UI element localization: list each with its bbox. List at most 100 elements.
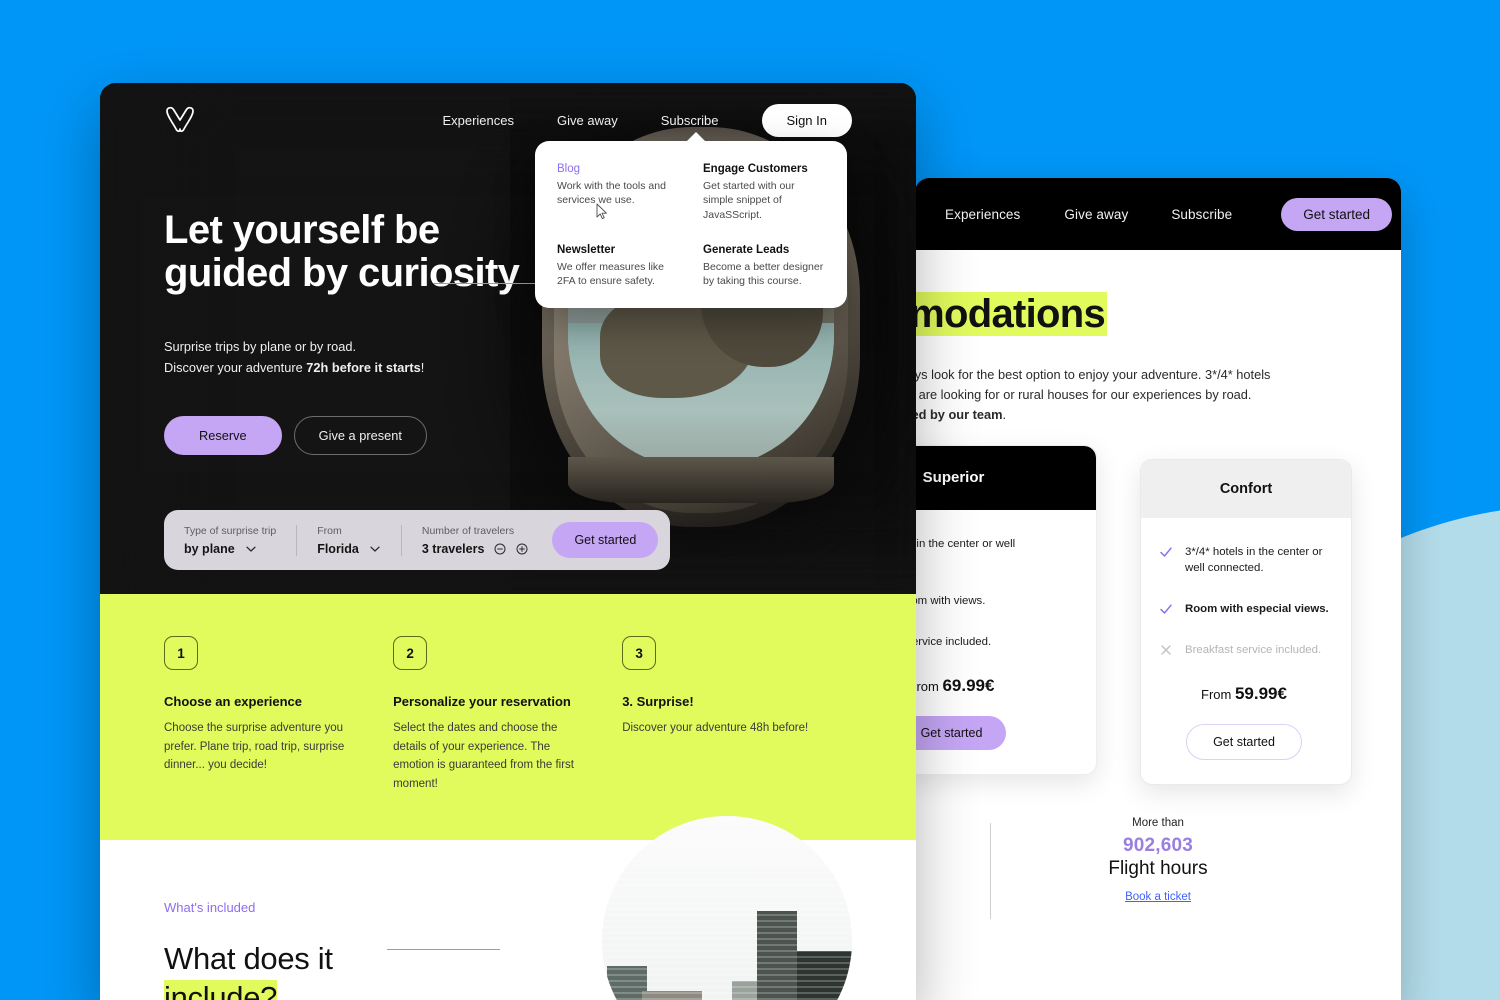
hero-subtitle: Surprise trips by plane or by road. Disc… <box>164 337 916 378</box>
dropdown-item-engage-customers[interactable]: Engage Customers Get started with our si… <box>703 163 827 222</box>
card-superior-price: From 69.99€ <box>915 676 1074 696</box>
book-a-ticket-link[interactable]: Book a ticket <box>1125 891 1191 903</box>
hero-buttons: Reserve Give a present <box>164 416 916 456</box>
from-field[interactable]: From Florida <box>317 524 402 556</box>
travelers-value: 3 travelers <box>421 541 485 556</box>
hero-title-line-1: Let yourself be <box>164 208 440 252</box>
travelers-value-row: 3 travelers <box>422 542 529 556</box>
step-title: Personalize your reservation <box>393 694 571 709</box>
right-window-body: commodations orry, we will always look f… <box>915 292 1401 919</box>
dropdown-item-desc: Work with the tools and services we use. <box>557 180 666 207</box>
check-icon <box>1159 602 1173 616</box>
pricing-card-superior: Superior 3*/4* hotels in the center or w… <box>915 444 1097 775</box>
chevron-down-icon[interactable] <box>369 543 381 555</box>
right-nav-get-started-button[interactable]: Get started <box>1281 197 1393 231</box>
step-title: Choose an experience <box>164 694 302 709</box>
paragraph-line-3-bold: carefully selected by our team <box>915 406 1003 422</box>
card-confort-price: From 59.99€ <box>1159 684 1329 704</box>
pricing-cards: Superior 3*/4* hotels in the center or w… <box>915 444 1401 793</box>
close-icon <box>1159 643 1173 657</box>
card-superior-get-started-button[interactable]: Get started <box>915 715 1007 750</box>
trip-type-label: Type of surprise trip <box>184 524 277 537</box>
stat-number: 902,603 <box>1122 834 1194 856</box>
feature-row: Superior room with views. <box>915 593 1074 609</box>
hero-title-line-2: guided by curiosity <box>164 251 520 296</box>
right-nav-subscribe[interactable]: Subscribe <box>1171 207 1232 222</box>
right-browser-window: Experiences Give away Subscribe Get star… <box>915 178 1401 1000</box>
feature-row: 3*/4* hotels in the center or well conne… <box>915 536 1074 568</box>
stat-label: Flight hours <box>1108 857 1208 879</box>
feature-text: Breakfast service included. <box>1185 644 1322 657</box>
paragraph-line-1: orry, we will always look for the best o… <box>915 367 1271 382</box>
price-value: 59.99€ <box>1234 683 1287 703</box>
price-value: 69.99€ <box>942 675 995 695</box>
dropdown-item-title: Generate Leads <box>703 243 790 256</box>
feature-text: Superior room with views. <box>915 595 986 608</box>
travelers-field[interactable]: Number of travelers 3 travelers <box>422 525 539 556</box>
stat-divider <box>990 822 991 919</box>
step-item: 3 3. Surprise! Discover your adventure 4… <box>622 636 851 794</box>
step-badge: 1 <box>164 636 198 670</box>
dropdown-item-desc: Become a better designer by taking this … <box>703 260 824 288</box>
paragraph-line-3-suffix: . <box>1002 406 1007 422</box>
minus-circle-icon[interactable] <box>494 543 506 555</box>
hero-sub-line-2-suffix: ! <box>420 359 425 375</box>
card-confort-get-started-button[interactable]: Get started <box>1186 723 1302 760</box>
wander-logo-icon[interactable] <box>163 105 197 135</box>
card-confort-cta-wrap: Get started <box>1159 723 1329 760</box>
steps-section: 1 Choose an experience Choose the surpri… <box>100 594 916 840</box>
card-confort-body: 3*/4* hotels in the center or well conne… <box>1141 518 1351 784</box>
hero-sub-line-2-prefix: Discover your adventure <box>164 359 307 375</box>
hero-sub-line-1: Surprise trips by plane or by road. <box>164 339 357 355</box>
check-icon <box>1159 545 1173 559</box>
feature-row-excluded: Breakfast service included. <box>1159 642 1329 658</box>
sign-in-button[interactable]: Sign In <box>761 103 852 137</box>
stat-more-than-label: More than <box>1132 816 1184 829</box>
card-superior-body: 3*/4* hotels in the center or well conne… <box>915 510 1096 774</box>
right-nav-give-away[interactable]: Give away <box>1064 207 1128 222</box>
heading-line-1: What does it <box>164 940 333 976</box>
step-item: 1 Choose an experience Choose the surpri… <box>164 636 393 794</box>
step-title: 3. Surprise! <box>622 694 694 709</box>
heading-line-2: include? <box>164 979 277 1000</box>
feature-text: 3*/4* hotels in the center or well conne… <box>1185 545 1323 575</box>
dropdown-item-newsletter[interactable]: Newsletter We offer measures like 2FA to… <box>557 244 681 289</box>
feature-text: Room with especial views. <box>1185 603 1329 616</box>
dropdown-item-desc: Get started with our simple snippet of J… <box>703 180 795 221</box>
from-value-row: Florida <box>317 542 381 556</box>
feature-text: Breakfast service included. <box>915 636 992 649</box>
reserve-button[interactable]: Reserve <box>164 416 282 456</box>
plus-circle-icon[interactable] <box>516 543 528 555</box>
dropdown-item-blog[interactable]: Blog Work with the tools and services we… <box>557 163 681 222</box>
left-nav-give-away[interactable]: Give away <box>557 113 618 128</box>
paragraph-line-2: f that is what you are looking for or ru… <box>915 386 1252 402</box>
dropdown-grid: Blog Work with the tools and services we… <box>535 141 847 288</box>
card-superior-cta-wrap: Get started <box>915 715 1074 750</box>
give-a-present-button[interactable]: Give a present <box>293 416 427 456</box>
accommodations-paragraph: orry, we will always look for the best o… <box>915 365 1401 425</box>
feature-text: 3*/4* hotels in the center or well conne… <box>915 537 1016 550</box>
step-item: 2 Personalize your reservation Select th… <box>393 636 622 794</box>
mouse-cursor-icon <box>596 203 608 226</box>
trip-type-field[interactable]: Type of surprise trip by plane <box>184 524 298 556</box>
feature-row: 3*/4* hotels in the center or well conne… <box>1159 544 1329 576</box>
left-nav-subscribe[interactable]: Subscribe <box>661 113 719 128</box>
search-get-started-button[interactable]: Get started <box>552 522 659 558</box>
heading-underline <box>387 948 500 950</box>
trip-type-value-row: by plane <box>184 542 276 556</box>
step-badge: 3 <box>622 636 657 670</box>
from-label: From <box>317 524 342 537</box>
feature-row: Room with especial views. <box>1159 601 1329 617</box>
city-skyline-image <box>602 815 852 1000</box>
chevron-down-icon[interactable] <box>245 543 257 555</box>
accommodations-title: commodations <box>915 292 1401 337</box>
dropdown-item-title: Blog <box>557 163 581 175</box>
dropdown-item-title: Engage Customers <box>703 163 808 175</box>
left-nav-experiences[interactable]: Experiences <box>442 113 514 128</box>
dropdown-item-title: Newsletter <box>557 243 616 256</box>
flight-hours-stat: More than 902,603 Flight hours Book a ti… <box>915 816 1401 919</box>
right-nav-experiences[interactable]: Experiences <box>945 207 1020 222</box>
hero-sub-line-2-bold: 72h before it starts <box>306 359 421 375</box>
price-prefix: From <box>915 678 939 694</box>
dropdown-item-generate-leads[interactable]: Generate Leads Become a better designer … <box>703 244 827 289</box>
